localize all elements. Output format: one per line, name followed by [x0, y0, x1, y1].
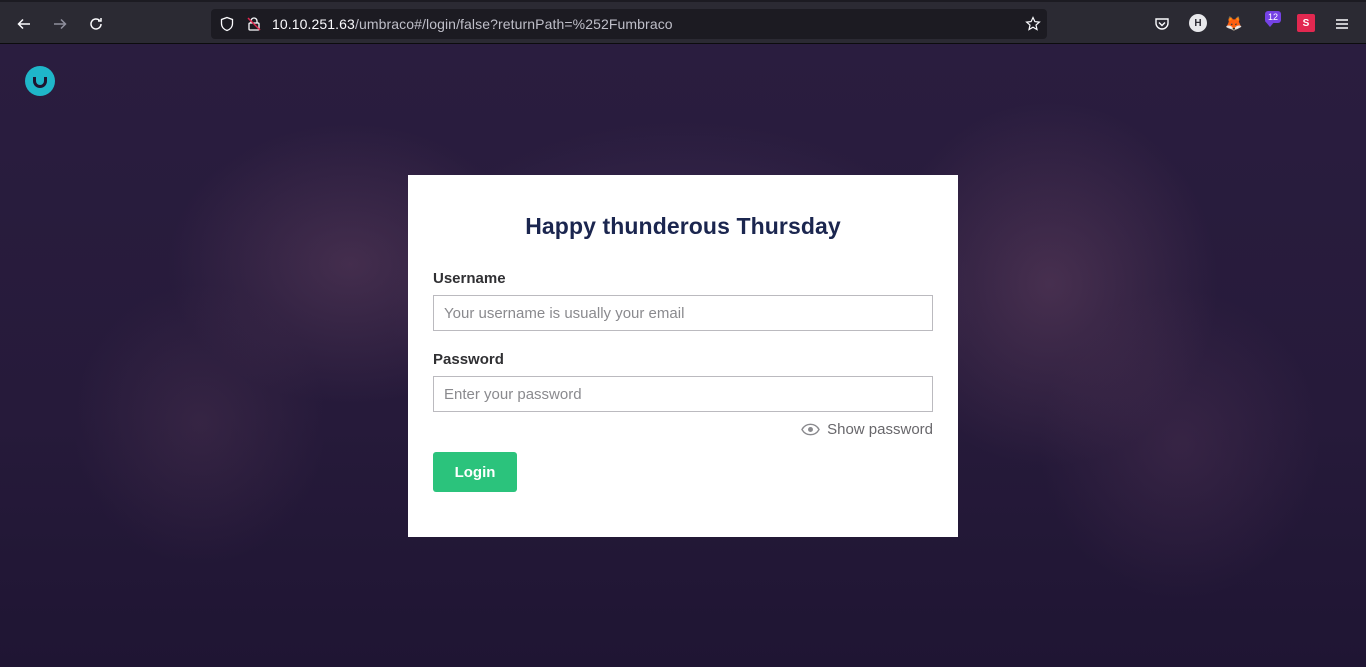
reload-icon[interactable] [82, 10, 110, 38]
bookmark-star-icon[interactable] [1025, 16, 1041, 32]
shield-icon[interactable] [219, 16, 235, 32]
browser-toolbar: 10.10.251.63/umbraco#/login/false?return… [0, 0, 1366, 44]
eye-icon [801, 423, 820, 436]
insecure-lock-icon[interactable] [246, 16, 262, 32]
url-path: /umbraco#/login/false?returnPath=%252Fum… [354, 16, 673, 32]
username-label: Username [433, 270, 506, 287]
pocket-icon[interactable] [1148, 10, 1176, 38]
back-icon[interactable] [10, 10, 38, 38]
login-card: Happy thunderous Thursday Username Passw… [408, 175, 958, 537]
h-extension-icon[interactable]: H [1189, 14, 1207, 32]
show-password-label: Show password [827, 421, 933, 438]
login-button[interactable]: Login [433, 452, 517, 492]
username-input[interactable] [433, 295, 933, 331]
menu-icon[interactable] [1328, 10, 1356, 38]
forward-icon[interactable] [46, 10, 74, 38]
fox-extension-icon[interactable]: 🦊 [1225, 14, 1243, 32]
umbraco-logo-icon[interactable] [25, 66, 55, 96]
login-page: Happy thunderous Thursday Username Passw… [0, 44, 1366, 667]
s-extension-icon[interactable]: S [1297, 14, 1315, 32]
page-title: Happy thunderous Thursday [525, 213, 841, 239]
url-bar[interactable]: 10.10.251.63/umbraco#/login/false?return… [211, 9, 1047, 39]
show-password-toggle[interactable]: Show password [801, 421, 933, 438]
url-text[interactable]: 10.10.251.63/umbraco#/login/false?return… [272, 16, 673, 32]
extension-badge: 12 [1265, 11, 1282, 23]
password-label: Password [433, 351, 504, 368]
password-input[interactable] [433, 376, 933, 412]
url-host: 10.10.251.63 [272, 16, 355, 32]
